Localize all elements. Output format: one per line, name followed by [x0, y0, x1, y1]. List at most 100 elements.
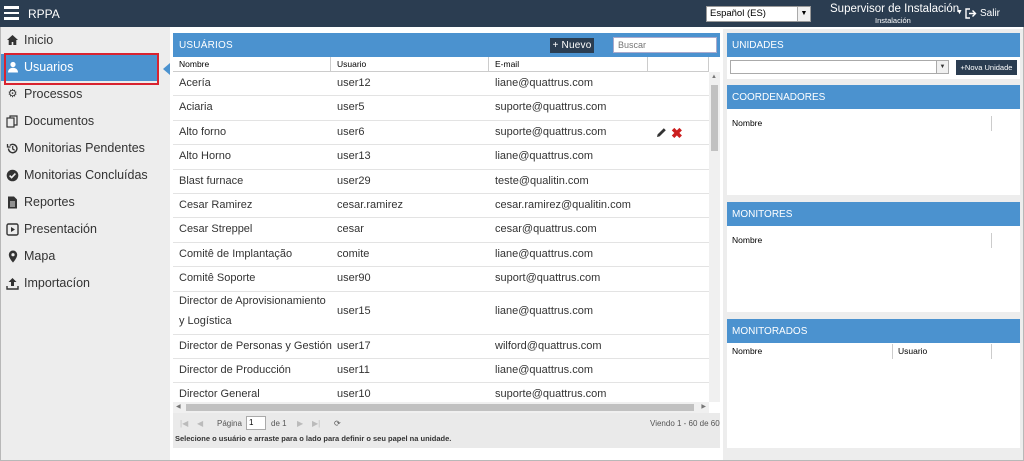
email-cell: suporte@quattrus.com: [495, 388, 607, 401]
column-header-nombre[interactable]: Nombre: [173, 57, 331, 72]
table-row[interactable]: Alto Horno user13 liane@quattrus.com: [173, 145, 709, 170]
sidebar-item-monitorias-pendentes[interactable]: Monitorias Pendentes: [1, 135, 158, 162]
table-row[interactable]: Comitê Soporte user90 suport@quattrus.com: [173, 267, 709, 292]
active-item-pointer: [163, 63, 170, 75]
play-square-icon: [6, 223, 19, 236]
sidebar-item-presentacion[interactable]: Presentación: [1, 216, 158, 243]
sidebar-item-documentos[interactable]: Documentos: [1, 108, 158, 135]
column-header-nombre[interactable]: Nombre: [727, 233, 992, 248]
sidebar-item-monitorias-concluidas[interactable]: Monitorias Concluídas: [1, 162, 158, 189]
last-page-icon[interactable]: ▶|: [312, 419, 320, 428]
username-cell: user6: [337, 125, 365, 138]
logout-button[interactable]: Salir: [965, 8, 1000, 19]
table-row[interactable]: Acería user12 liane@quattrus.com: [173, 72, 709, 97]
username-cell: user13: [337, 150, 371, 163]
column-header-usuario[interactable]: Usuario: [893, 344, 992, 359]
next-page-icon[interactable]: ▶: [297, 419, 303, 428]
username-cell: user11: [337, 364, 370, 376]
user-name-cell: Cesar Streppel: [179, 223, 253, 236]
chevron-down-icon[interactable]: ▼: [936, 61, 948, 73]
scrollbar-thumb[interactable]: [711, 85, 718, 151]
column-header-email[interactable]: E-mail: [489, 57, 648, 72]
monitors-panel-header: MONITORES: [727, 202, 1020, 226]
table-row[interactable]: Blast furnace user29 teste@qualitin.com: [173, 170, 709, 194]
sidebar-item-label: Mapa: [24, 249, 56, 263]
hamburger-menu-icon[interactable]: [4, 6, 19, 20]
scroll-up-icon[interactable]: ▲: [711, 74, 717, 80]
refresh-icon[interactable]: ⟳: [334, 419, 341, 428]
table-row[interactable]: Director de Personas y Gestión user17 wilf…: [173, 335, 709, 359]
scroll-right-icon[interactable]: ▶: [701, 403, 706, 410]
column-header-nombre[interactable]: Nombre: [727, 344, 893, 359]
language-select[interactable]: Español (ES) ▼: [706, 6, 811, 22]
coordinators-panel-title: COORDENADORES: [732, 92, 826, 103]
monitors-panel-title: MONITORES: [732, 209, 793, 220]
username-cell: cesar.ramirez: [337, 199, 404, 211]
username-cell: user17: [337, 339, 371, 352]
drag-hint-text: Selecione o usuário e arraste para o lad…: [173, 433, 720, 448]
table-row[interactable]: Alto forno user6 suporte@quattrus.com ✖: [173, 121, 709, 146]
units-panel-header: UNIDADES: [727, 33, 1020, 57]
page-total-label: de 1: [271, 419, 287, 428]
email-cell: cesar@quattrus.com: [495, 223, 597, 236]
email-cell: wilford@quattrus.com: [495, 339, 602, 352]
user-name-cell-line2: y Logística: [179, 314, 232, 327]
email-cell: suporte@quattrus.com: [495, 125, 607, 138]
new-user-button[interactable]: + Nuevo: [550, 38, 594, 53]
scroll-left-icon[interactable]: ◀: [176, 403, 181, 410]
users-panel-title: USUÁRIOS: [179, 40, 233, 51]
new-unit-button[interactable]: +Nova Unidade: [956, 60, 1017, 75]
file-icon: [6, 196, 19, 209]
email-cell: suporte@quattrus.com: [495, 101, 607, 114]
user-name-cell: Director de Producción: [179, 364, 291, 376]
email-cell: liane@quattrus.com: [495, 150, 593, 163]
top-bar: RPPA Español (ES) ▼ Supervisor de Instal…: [0, 0, 1024, 27]
units-panel-title: UNIDADES: [732, 40, 784, 51]
search-input[interactable]: [613, 37, 717, 53]
sidebar-item-mapa[interactable]: Mapa: [1, 243, 158, 270]
username-cell: comite: [337, 247, 370, 260]
table-row[interactable]: Cesar Streppel cesar cesar@quattrus.com: [173, 218, 709, 243]
vertical-scrollbar[interactable]: ▲: [709, 72, 720, 402]
table-row[interactable]: Aciaria user5 suporte@quattrus.com: [173, 96, 709, 121]
user-name-cell: Director de Personas y Gestión: [179, 339, 332, 352]
email-cell: liane@quattrus.com: [495, 364, 593, 376]
column-header-usuario[interactable]: Usuario: [331, 57, 489, 72]
sidebar-item-reportes[interactable]: Reportes: [1, 189, 158, 216]
sidebar-item-processos[interactable]: ⚙ Processos: [1, 81, 158, 108]
sidebar-item-importacion[interactable]: Importacíon: [1, 270, 158, 297]
username-cell: user10: [337, 388, 371, 401]
pager: |◀ ◀ Página 1 de 1 ▶ ▶| ⟳ Viendo 1 - 60 …: [173, 413, 720, 433]
sidebar-item-label: Documentos: [24, 114, 95, 128]
pencil-icon[interactable]: [656, 127, 667, 138]
username-cell: cesar: [337, 223, 364, 236]
sidebar-item-inicio[interactable]: Inicio: [1, 27, 158, 54]
column-header-nombre[interactable]: Nombre: [727, 116, 992, 131]
prev-page-icon[interactable]: ◀: [197, 419, 203, 428]
unit-select[interactable]: ▼: [730, 60, 949, 74]
table-row[interactable]: Director de Producción user11 liane@quattr…: [173, 359, 709, 384]
delete-icon[interactable]: ✖: [671, 125, 683, 142]
table-row[interactable]: Director de Aprovisionamiento user15 liane…: [173, 292, 709, 335]
caret-down-icon[interactable]: ▼: [956, 9, 963, 16]
sidebar-item-label: Inicio: [24, 33, 54, 47]
coordinators-panel: COORDENADORES Nombre: [727, 85, 1020, 195]
map-marker-icon: [6, 250, 19, 263]
table-row[interactable]: Cesar Ramirez cesar.ramirez cesar.ramirez@…: [173, 194, 709, 219]
email-cell: suport@quattrus.com: [495, 272, 601, 285]
sidebar: Inicio Usuarios ⚙ Processos Documentos M…: [1, 27, 170, 460]
chevron-down-icon[interactable]: ▼: [797, 7, 810, 21]
horizontal-scrollbar[interactable]: ◀ ▶: [173, 402, 709, 413]
user-role-menu[interactable]: Supervisor de Instalación: [830, 3, 959, 15]
column-header-actions: [648, 57, 709, 72]
first-page-icon[interactable]: |◀: [180, 419, 188, 428]
user-name-cell: Director de Aprovisionamiento: [179, 294, 326, 307]
gears-icon: ⚙: [7, 88, 18, 100]
page-number-input[interactable]: 1: [246, 416, 266, 430]
table-row[interactable]: Comitê de Implantação comite liane@quattru…: [173, 243, 709, 268]
users-panel-header: USUÁRIOS + Nuevo: [173, 33, 720, 57]
email-cell: liane@quattrus.com: [495, 304, 593, 317]
sidebar-item-label: Reportes: [24, 195, 75, 209]
scrollbar-thumb[interactable]: [186, 404, 694, 411]
users-panel: USUÁRIOS + Nuevo Nombre Usuario E-mail A…: [173, 33, 720, 448]
